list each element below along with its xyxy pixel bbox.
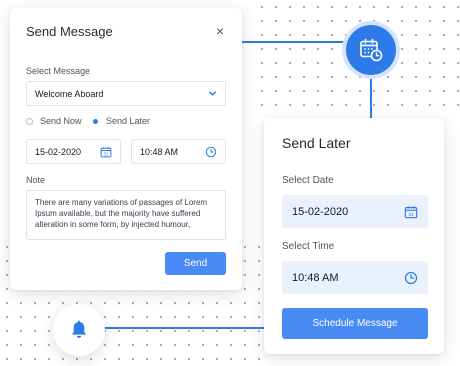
time-field[interactable]: 10:48 AM <box>131 139 226 164</box>
select-date-label: Select Date <box>282 175 334 186</box>
select-message-label: Select Message <box>26 66 91 76</box>
schedule-message-button[interactable]: Schedule Message <box>282 308 428 339</box>
send-message-card: Send Message × Select Message Welcome Ab… <box>10 8 242 290</box>
select-time-field[interactable]: 10:48 AM <box>282 261 428 294</box>
calendar-icon: 31 <box>100 146 112 158</box>
send-later-card: Send Later Select Date 15-02-2020 31 Sel… <box>264 118 444 354</box>
date-value: 15-02-2020 <box>35 146 82 157</box>
radio-button-unchecked <box>26 117 33 125</box>
clock-icon <box>205 146 217 158</box>
clock-icon <box>404 271 418 285</box>
select-time-label: Select Time <box>282 241 335 252</box>
send-message-title: Send Message <box>26 24 113 39</box>
chevron-down-icon <box>208 89 217 98</box>
send-later-title: Send Later <box>282 135 351 151</box>
send-button[interactable]: Send <box>165 252 226 275</box>
connector-line-top <box>242 41 348 43</box>
date-field[interactable]: 15-02-2020 31 <box>26 139 121 164</box>
select-message-value: Welcome Aboard <box>35 88 104 99</box>
calendar-clock-icon <box>346 25 396 75</box>
radio-send-later-label: Send Later <box>106 116 151 126</box>
svg-text:31: 31 <box>104 151 109 156</box>
radio-send-later[interactable]: Send Later <box>92 116 150 126</box>
radio-send-now-label: Send Now <box>40 116 82 126</box>
bell-icon <box>53 304 105 356</box>
radio-send-now[interactable]: Send Now <box>26 116 82 126</box>
svg-text:31: 31 <box>408 212 414 218</box>
connector-line-vertical <box>370 74 372 118</box>
note-label: Note <box>26 175 46 185</box>
time-value: 10:48 AM <box>140 146 179 157</box>
select-message-dropdown[interactable]: Welcome Aboard <box>26 81 226 106</box>
close-icon[interactable]: × <box>216 24 224 38</box>
radio-button-checked <box>93 118 98 124</box>
connector-line-bottom <box>104 327 264 329</box>
note-textarea[interactable]: There are many variations of passages of… <box>26 190 226 240</box>
select-time-value: 10:48 AM <box>292 271 339 284</box>
calendar-icon: 31 <box>404 205 418 219</box>
select-date-value: 15-02-2020 <box>292 205 349 218</box>
select-date-field[interactable]: 15-02-2020 31 <box>282 195 428 228</box>
